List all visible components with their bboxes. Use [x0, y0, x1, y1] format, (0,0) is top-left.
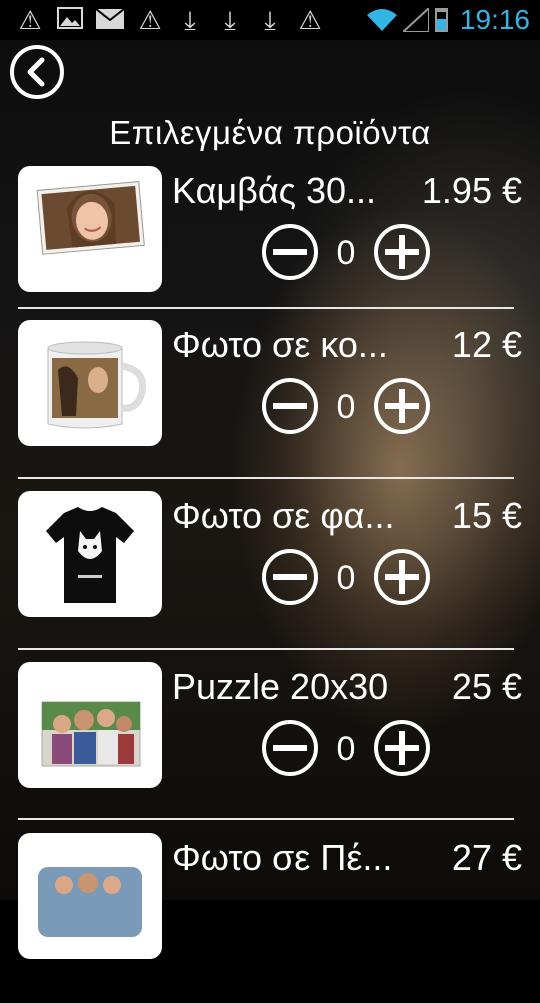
product-name: Puzzle 20x30: [172, 666, 389, 707]
product-image[interactable]: [18, 166, 162, 292]
divider: [18, 648, 514, 650]
decrease-button[interactable]: [262, 720, 318, 776]
product-item: Καμβάς 30... 1.95 € 0: [0, 166, 540, 336]
product-price: 27 €: [451, 837, 522, 878]
decrease-button[interactable]: [262, 378, 318, 434]
product-image[interactable]: [18, 320, 162, 446]
download-icon: ⤓: [264, 5, 276, 35]
product-item: Puzzle 20x30 25 € 0: [0, 662, 540, 832]
wifi-icon: [366, 9, 397, 31]
image-icon: [50, 0, 90, 40]
increase-button[interactable]: [374, 378, 430, 434]
divider: [18, 477, 514, 479]
increase-button[interactable]: [374, 549, 430, 605]
signal-icon: [402, 8, 429, 32]
product-image[interactable]: [18, 491, 162, 617]
warning-icon: ⚠: [298, 5, 322, 35]
battery-icon: [434, 8, 448, 32]
product-item: Φωτο σε κο... 12 € 0: [0, 320, 540, 490]
product-image[interactable]: [18, 662, 162, 788]
quantity-value: 0: [336, 559, 356, 597]
divider: [18, 818, 514, 820]
mail-icon: [90, 0, 130, 40]
quantity-value: 0: [336, 730, 356, 768]
decrease-button[interactable]: [262, 549, 318, 605]
back-button[interactable]: [10, 45, 64, 99]
product-price: 25 €: [451, 666, 522, 707]
download-icon: ⤓: [184, 5, 196, 35]
download-icon: ⤓: [224, 5, 236, 35]
product-name: Φωτο σε Πέ...: [172, 837, 393, 878]
product-price: 12 €: [451, 324, 522, 365]
status-bar: ⚠ ⚠ ⤓ ⤓ ⤓ ⚠ 19:16: [0, 0, 540, 40]
page-title: Επιλεγμένα προϊόντα: [109, 114, 431, 151]
product-item: Φωτο σε Πέ... 27 €: [0, 833, 540, 1003]
divider: [18, 307, 514, 309]
product-item: Φωτο σε φα... 15 € 0: [0, 491, 540, 661]
warning-icon: ⚠: [18, 5, 42, 35]
product-image[interactable]: [18, 833, 162, 959]
product-name: Φωτο σε φα...: [172, 495, 395, 536]
chevron-left-icon: [27, 57, 45, 87]
decrease-button[interactable]: [262, 224, 318, 280]
product-name: Φωτο σε κο...: [172, 324, 388, 365]
increase-button[interactable]: [374, 720, 430, 776]
clock: 19:16: [459, 4, 530, 35]
product-name: Καμβάς 30...: [172, 170, 377, 211]
product-price: 15 €: [451, 495, 522, 536]
product-price: 1.95 €: [421, 170, 522, 211]
increase-button[interactable]: [374, 224, 430, 280]
warning-icon: ⚠: [138, 5, 162, 35]
quantity-value: 0: [336, 388, 356, 426]
quantity-value: 0: [336, 234, 356, 272]
